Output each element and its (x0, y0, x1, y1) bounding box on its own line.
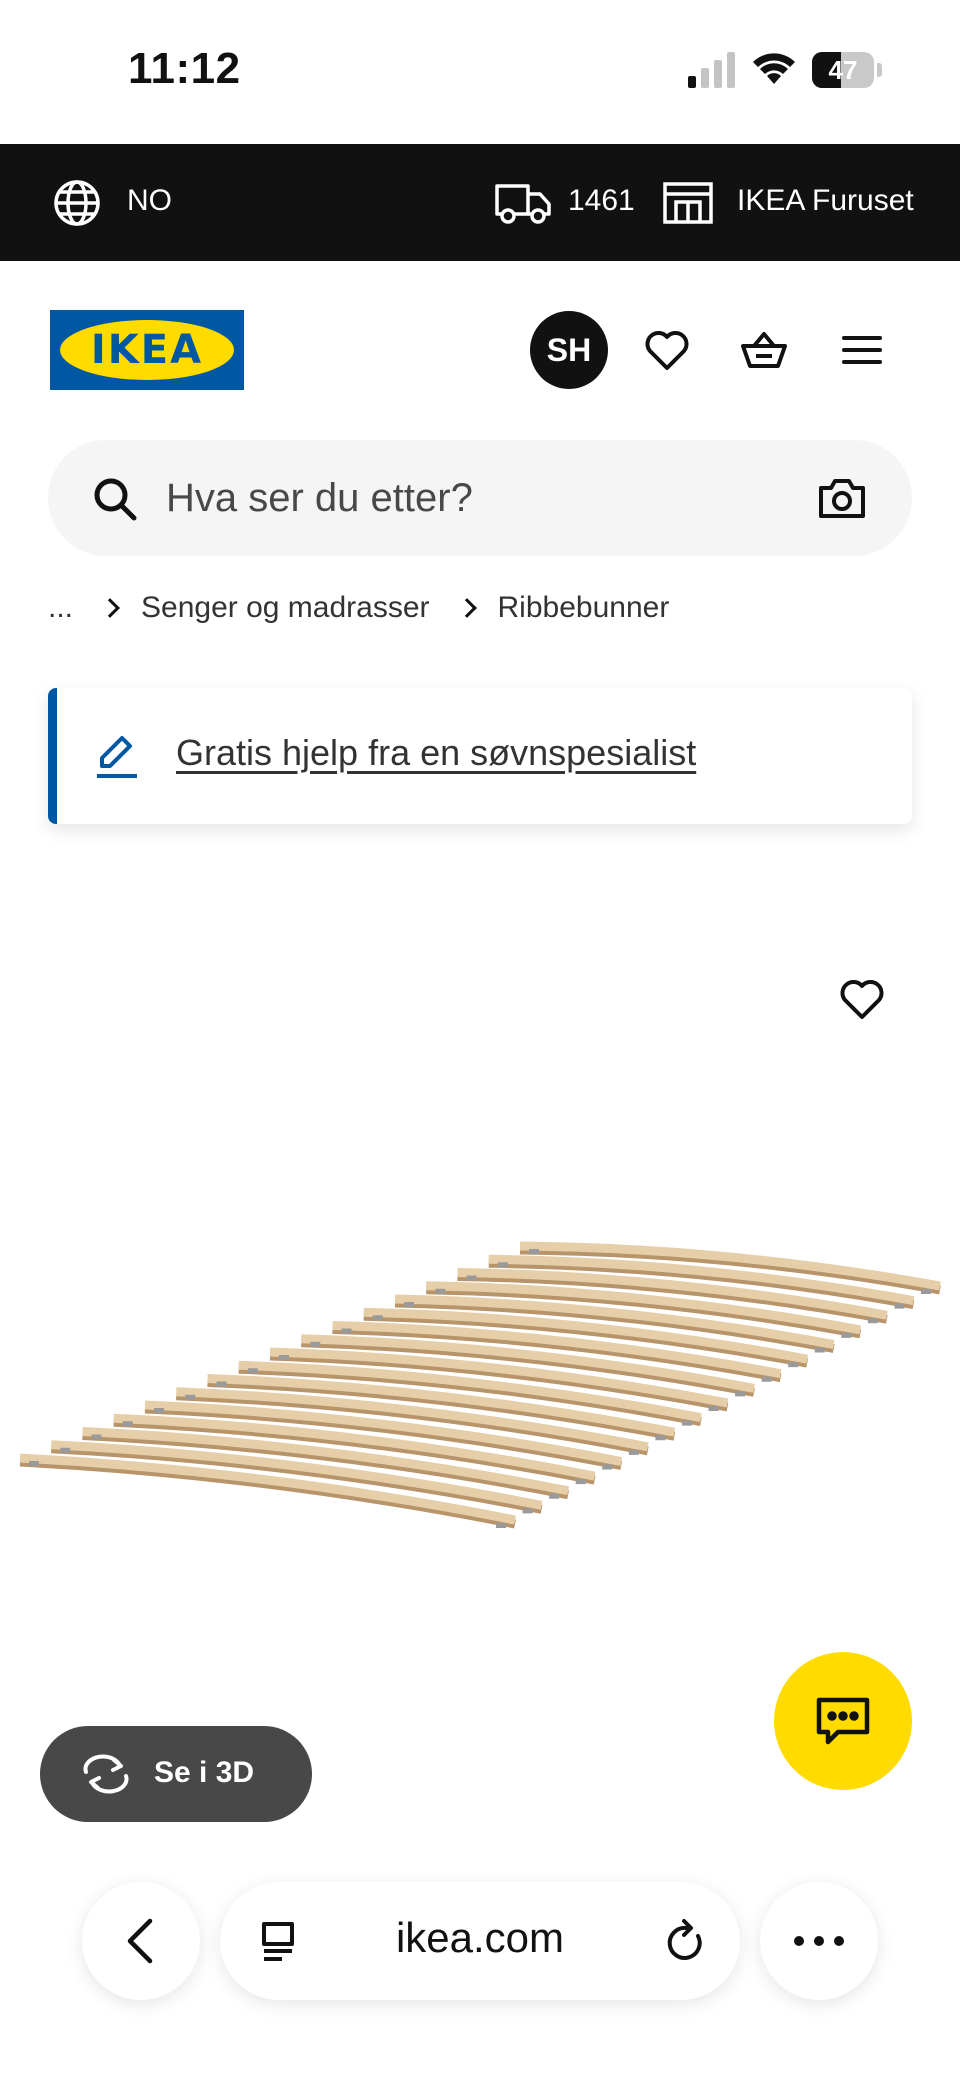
pencil-icon (97, 736, 137, 778)
see-in-3d-label: Se i 3D (154, 1756, 255, 1789)
slat-holder (628, 1449, 639, 1455)
back-button[interactable] (82, 1882, 200, 2000)
slat-holder (404, 1302, 414, 1307)
wifi-icon (753, 53, 795, 84)
slat-holder (310, 1341, 321, 1347)
search-input[interactable] (166, 468, 766, 528)
breadcrumb-item-slatted-bases[interactable]: Ribbebunner (498, 591, 670, 625)
battery-icon: 47 (812, 52, 882, 88)
slat-holder (602, 1464, 613, 1470)
chevron-right-icon (456, 598, 477, 618)
slat-holder (466, 1275, 477, 1281)
battery-level: 47 (828, 55, 858, 85)
slat-holder (575, 1479, 586, 1485)
ikea-logo[interactable]: IKEA (50, 310, 244, 390)
heart-icon[interactable] (643, 326, 691, 374)
slat-holder (921, 1289, 931, 1294)
slat-holder (60, 1447, 71, 1453)
browser-toolbar: ikea.com (0, 1860, 960, 2081)
status-time: 11:12 (128, 44, 241, 93)
see-in-3d-button[interactable]: Se i 3D (40, 1726, 312, 1822)
delivery-truck-icon[interactable] (494, 180, 552, 226)
slat-holder (708, 1406, 719, 1411)
slat-holder (814, 1347, 825, 1353)
slat-holder (154, 1408, 164, 1413)
slat-holder (497, 1262, 508, 1268)
status-bar: 11:12 47 (0, 0, 960, 144)
favourite-heart-icon[interactable] (838, 975, 886, 1023)
slat-holder (735, 1391, 746, 1397)
breadcrumb-ellipsis[interactable]: ... (48, 591, 73, 625)
slat-holder (29, 1461, 39, 1466)
more-options-button[interactable] (760, 1882, 878, 2000)
address-bar[interactable]: ikea.com (220, 1882, 740, 2000)
logo-text: IKEA (90, 327, 204, 373)
ellipsis-icon (794, 1936, 844, 1946)
breadcrumb-item-beds-mattresses[interactable]: Senger og madrasser (141, 591, 430, 625)
chevron-right-icon (100, 598, 120, 618)
sleep-specialist-banner[interactable]: Gratis hjelp fra en søvnspesialist (48, 688, 912, 824)
top-utility-bar: NO 1461 IKEA Furuset (0, 144, 960, 261)
selected-store[interactable]: IKEA Furuset (737, 184, 914, 218)
store-icon[interactable] (662, 180, 714, 226)
slatted-bed-base-image (19, 1241, 941, 1529)
breadcrumb: ... Senger og madrasser Ribbebunner (48, 586, 669, 630)
slat-holder (185, 1394, 196, 1400)
slat-holder (529, 1249, 539, 1254)
banner-accent (48, 688, 57, 824)
chat-button[interactable] (774, 1652, 912, 1790)
slat-holder (91, 1434, 102, 1440)
globe-icon[interactable] (52, 178, 102, 228)
chat-icon (816, 1697, 870, 1745)
rotate-3d-icon (83, 1754, 129, 1794)
slat-holder (841, 1332, 852, 1338)
slat-holder (681, 1420, 692, 1426)
reload-icon[interactable] (662, 1918, 706, 1964)
slat-holder (435, 1288, 446, 1294)
slat-holder (216, 1381, 227, 1387)
slat-holder (522, 1508, 533, 1514)
slat-holder (122, 1421, 133, 1427)
country-selector[interactable]: NO (127, 184, 172, 218)
slat-holder (341, 1328, 352, 1334)
shopping-basket-icon[interactable] (740, 326, 788, 374)
delivery-postcode[interactable]: 1461 (568, 184, 635, 218)
cellular-signal-icon (688, 52, 735, 88)
menu-icon[interactable] (838, 326, 886, 374)
slat-holder (894, 1303, 905, 1309)
slat-holder (549, 1493, 560, 1499)
camera-search-icon[interactable] (818, 476, 866, 520)
slat-holder (867, 1318, 878, 1324)
slat-holder (372, 1315, 383, 1321)
search-bar[interactable] (48, 440, 912, 556)
slat-holder (496, 1523, 506, 1528)
account-avatar[interactable]: SH (530, 311, 608, 389)
search-icon[interactable] (92, 476, 138, 522)
slat-holder (655, 1435, 666, 1441)
sleep-specialist-link[interactable]: Gratis hjelp fra en søvnspesialist (176, 732, 696, 774)
chevron-left-icon (127, 1918, 153, 1964)
slat-holder (761, 1376, 772, 1382)
slat-holder (788, 1362, 799, 1368)
slat-holder (279, 1355, 289, 1360)
slat-holder (247, 1368, 258, 1374)
